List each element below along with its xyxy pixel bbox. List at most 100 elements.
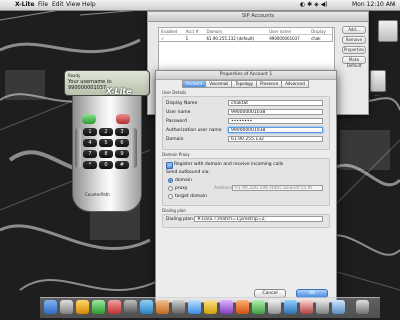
status-icons[interactable]: ◐ ✱ ◈ ◀) [300, 0, 328, 10]
radio-target-domain-label: target domain [175, 194, 207, 199]
cell-enabled[interactable]: ✓ [159, 35, 184, 42]
key-1[interactable]: 1 [83, 128, 97, 136]
key-7[interactable]: 7 [83, 150, 97, 158]
address-field[interactable]: 61.90.226.194.static.asianet.co.th [232, 185, 323, 191]
key-hash[interactable]: # [115, 161, 129, 169]
key-3[interactable]: 3 [115, 128, 129, 136]
skype-icon[interactable] [188, 300, 201, 314]
phone-status-text: Ready [68, 73, 81, 78]
key-8[interactable]: 8 [99, 150, 113, 158]
column-header[interactable]: Acct # [183, 27, 205, 35]
radio-proxy[interactable] [168, 186, 173, 191]
domain-proxy-title: Domain Proxy [162, 152, 190, 157]
menu-bar: X-Lite File Edit View Help ◐ ✱ ◈ ◀) Mon … [0, 0, 400, 11]
key-9[interactable]: 9 [115, 150, 129, 158]
column-header[interactable]: Domain [204, 27, 268, 35]
column-header[interactable]: User name [267, 27, 310, 35]
password-label: Password [166, 119, 188, 124]
tab-voicemail[interactable]: Voicemail [205, 80, 233, 88]
cell-display: chak [311, 35, 321, 41]
key-6[interactable]: 6 [115, 139, 129, 147]
finder-icon[interactable] [44, 300, 57, 314]
column-header[interactable]: Display [309, 27, 333, 35]
radio-domain[interactable] [168, 178, 173, 183]
table-row[interactable]: ✓ 1 61.90.255.132 (default) 990000001037… [159, 35, 333, 42]
properties-button[interactable]: Properties [342, 46, 366, 54]
app-icon[interactable] [124, 300, 137, 314]
menubar-clock[interactable]: Mon 12:10 AM [352, 0, 395, 10]
app-icon[interactable] [204, 300, 217, 314]
firefox-icon[interactable] [236, 300, 249, 314]
tab-advanced[interactable]: Advanced [281, 80, 309, 88]
cell-user: 990000001037 [269, 35, 300, 41]
user-name-label: User name [166, 110, 191, 115]
key-0[interactable]: 0 [99, 161, 113, 169]
safari-icon[interactable] [140, 300, 153, 314]
key-4[interactable]: 4 [83, 139, 97, 147]
xlite-logo: X-Lite [106, 87, 132, 96]
call-button[interactable] [82, 114, 96, 124]
menu-help[interactable]: Help [82, 0, 96, 10]
make-default-button[interactable]: Make Default [342, 56, 366, 68]
menu-edit[interactable]: Edit [52, 0, 64, 10]
document-icon[interactable] [370, 70, 386, 92]
cell-acct: 1 [185, 35, 189, 41]
column-header[interactable]: Enabled [158, 27, 184, 35]
dock [40, 297, 380, 318]
calendar-icon[interactable] [108, 300, 121, 314]
sip-accounts-title: SIP Accounts [148, 12, 368, 22]
menu-file[interactable]: File [38, 0, 48, 10]
display-name-field[interactable]: chaktat [228, 100, 323, 106]
menu-view[interactable]: View [66, 0, 80, 10]
hangup-button[interactable] [116, 114, 130, 124]
app-icon[interactable] [284, 300, 297, 314]
hard-drive-icon[interactable] [378, 20, 398, 42]
tab-presence[interactable]: Presence [256, 80, 283, 88]
domain-field[interactable]: 61.90.255.132 [228, 136, 323, 142]
messages-icon[interactable] [92, 300, 105, 314]
app-icon[interactable] [156, 300, 169, 314]
key-2[interactable]: 2 [99, 128, 113, 136]
dialing-plan-title: Dialing plan [162, 208, 186, 213]
auth-user-field[interactable]: 990000001038 [228, 127, 323, 133]
tab-account[interactable]: Account [182, 80, 207, 88]
add-account-button[interactable]: Add... [342, 26, 366, 34]
key-5[interactable]: 5 [99, 139, 113, 147]
accounts-table: Enabled Acct # Domain User name Display … [158, 27, 333, 42]
app-icon[interactable] [268, 300, 281, 314]
trash-icon[interactable] [356, 300, 369, 314]
key-star[interactable]: * [83, 161, 97, 169]
register-checkbox[interactable]: ✓ [166, 162, 173, 169]
send-via-label: Send outbound via: [166, 170, 210, 175]
address-label: Address [214, 186, 232, 191]
radio-domain-label: domain [175, 178, 192, 183]
system-icon[interactable] [60, 300, 73, 314]
app-menu[interactable]: X-Lite [15, 0, 34, 10]
volume-slider[interactable] [75, 128, 81, 168]
app-icon[interactable] [252, 300, 265, 314]
app-icon[interactable] [316, 300, 329, 314]
domain-label: Domain [166, 137, 184, 142]
dialing-plan-label: Dialing plan [166, 217, 193, 222]
mic-slider[interactable] [131, 128, 137, 168]
downloads-stack-icon[interactable] [332, 300, 345, 314]
xlite-dock-icon[interactable] [172, 300, 185, 314]
remove-account-button[interactable]: Remove [342, 36, 366, 44]
account-properties-dialog: Properties of Account 1 Account Voicemail… [155, 70, 337, 303]
user-name-field[interactable]: 990000001038 [228, 109, 323, 115]
counterpath-brand: CounterPath [85, 192, 110, 197]
register-label: Register with domain and receive incomin… [174, 162, 284, 167]
radio-proxy-label: proxy [175, 186, 188, 191]
password-field[interactable]: •••••••• [228, 118, 323, 124]
radio-target-domain[interactable] [168, 194, 173, 199]
tab-topology[interactable]: Topology [231, 80, 258, 88]
tab-bar: Account Voicemail Topology Presence Advanced [156, 80, 336, 88]
app-icon[interactable] [220, 300, 233, 314]
dialing-plan-field[interactable]: #1\a\a.T;match=1;prestrip=2; [194, 216, 323, 222]
dialog-title: Properties of Account 1 [156, 71, 336, 80]
app-icon[interactable] [76, 300, 89, 314]
cell-domain: 61.90.255.132 (default) [206, 35, 255, 41]
spotlight-icon[interactable]: ⌕ [392, 0, 395, 10]
app-icon[interactable] [300, 300, 313, 314]
user-details-title: User Details [162, 90, 187, 95]
